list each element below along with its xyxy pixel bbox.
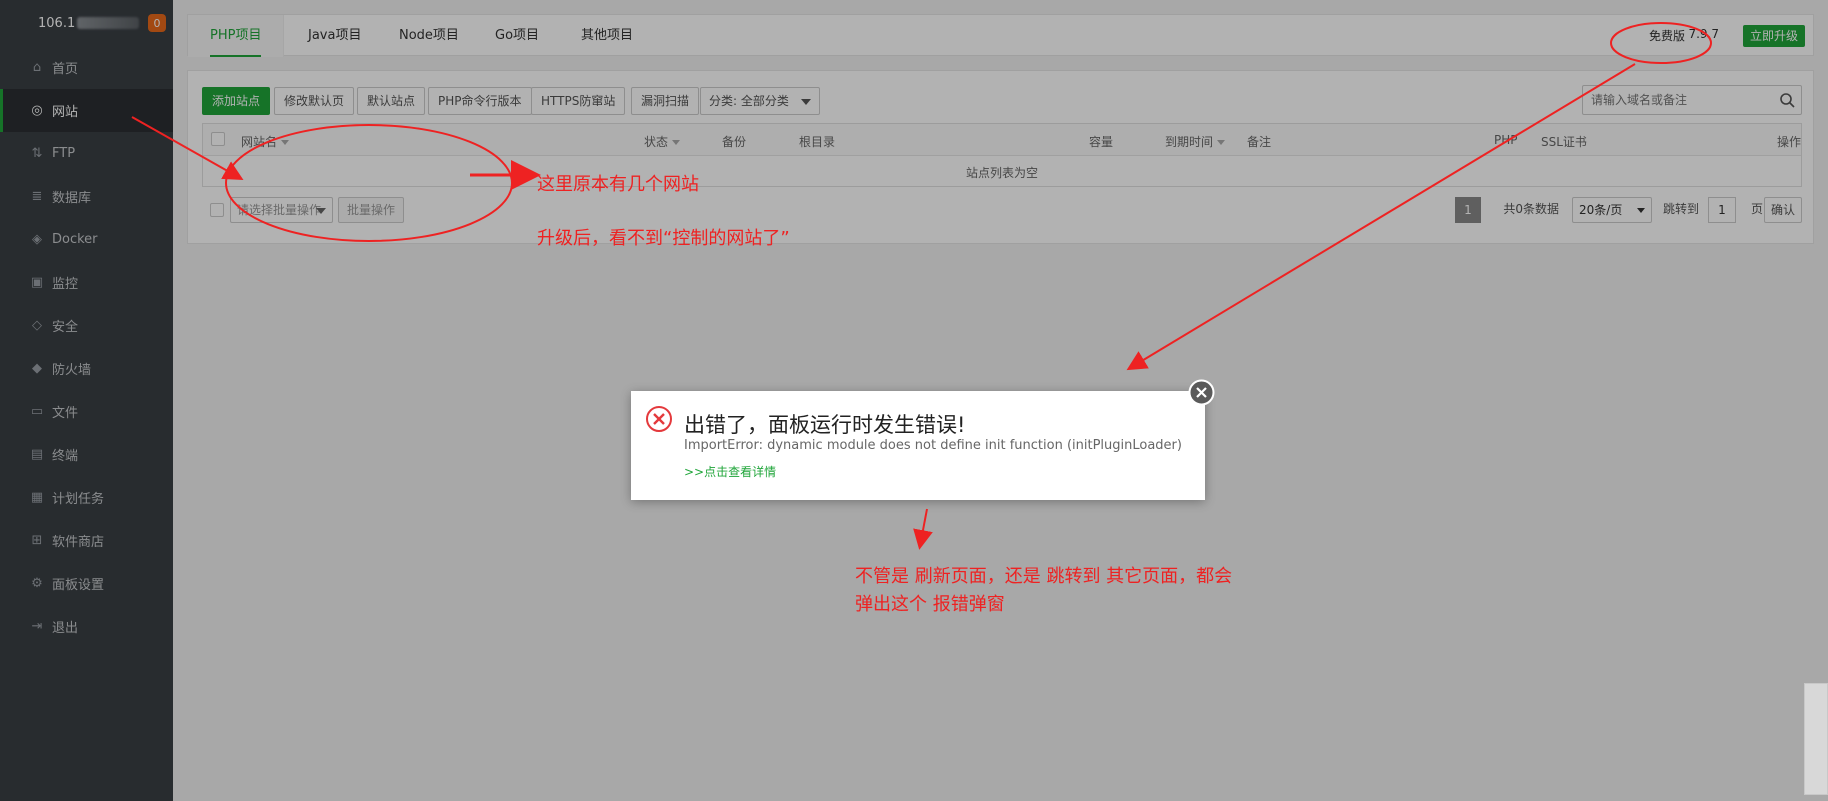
- error-details-link[interactable]: >>点击查看详情: [684, 463, 776, 480]
- error-title: 出错了，面板运行时发生错误!: [684, 413, 966, 437]
- side-scroll-tab[interactable]: [1804, 683, 1828, 795]
- error-dialog: 出错了，面板运行时发生错误! ImportError: dynamic modu…: [631, 391, 1205, 500]
- error-icon: [646, 406, 672, 432]
- close-icon[interactable]: [1188, 379, 1215, 406]
- annotation-note-upgrade: 升级后，看不到“控制的网站了”: [537, 228, 790, 249]
- error-message: ImportError: dynamic module does not def…: [684, 438, 1182, 453]
- annotation-note-sites: 这里原本有几个网站: [537, 174, 699, 195]
- annotation-note-dialog-line2: 弹出这个 报错弹窗: [855, 594, 1005, 615]
- annotation-note-dialog-line1: 不管是 刷新页面，还是 跳转到 其它页面，都会: [855, 566, 1233, 587]
